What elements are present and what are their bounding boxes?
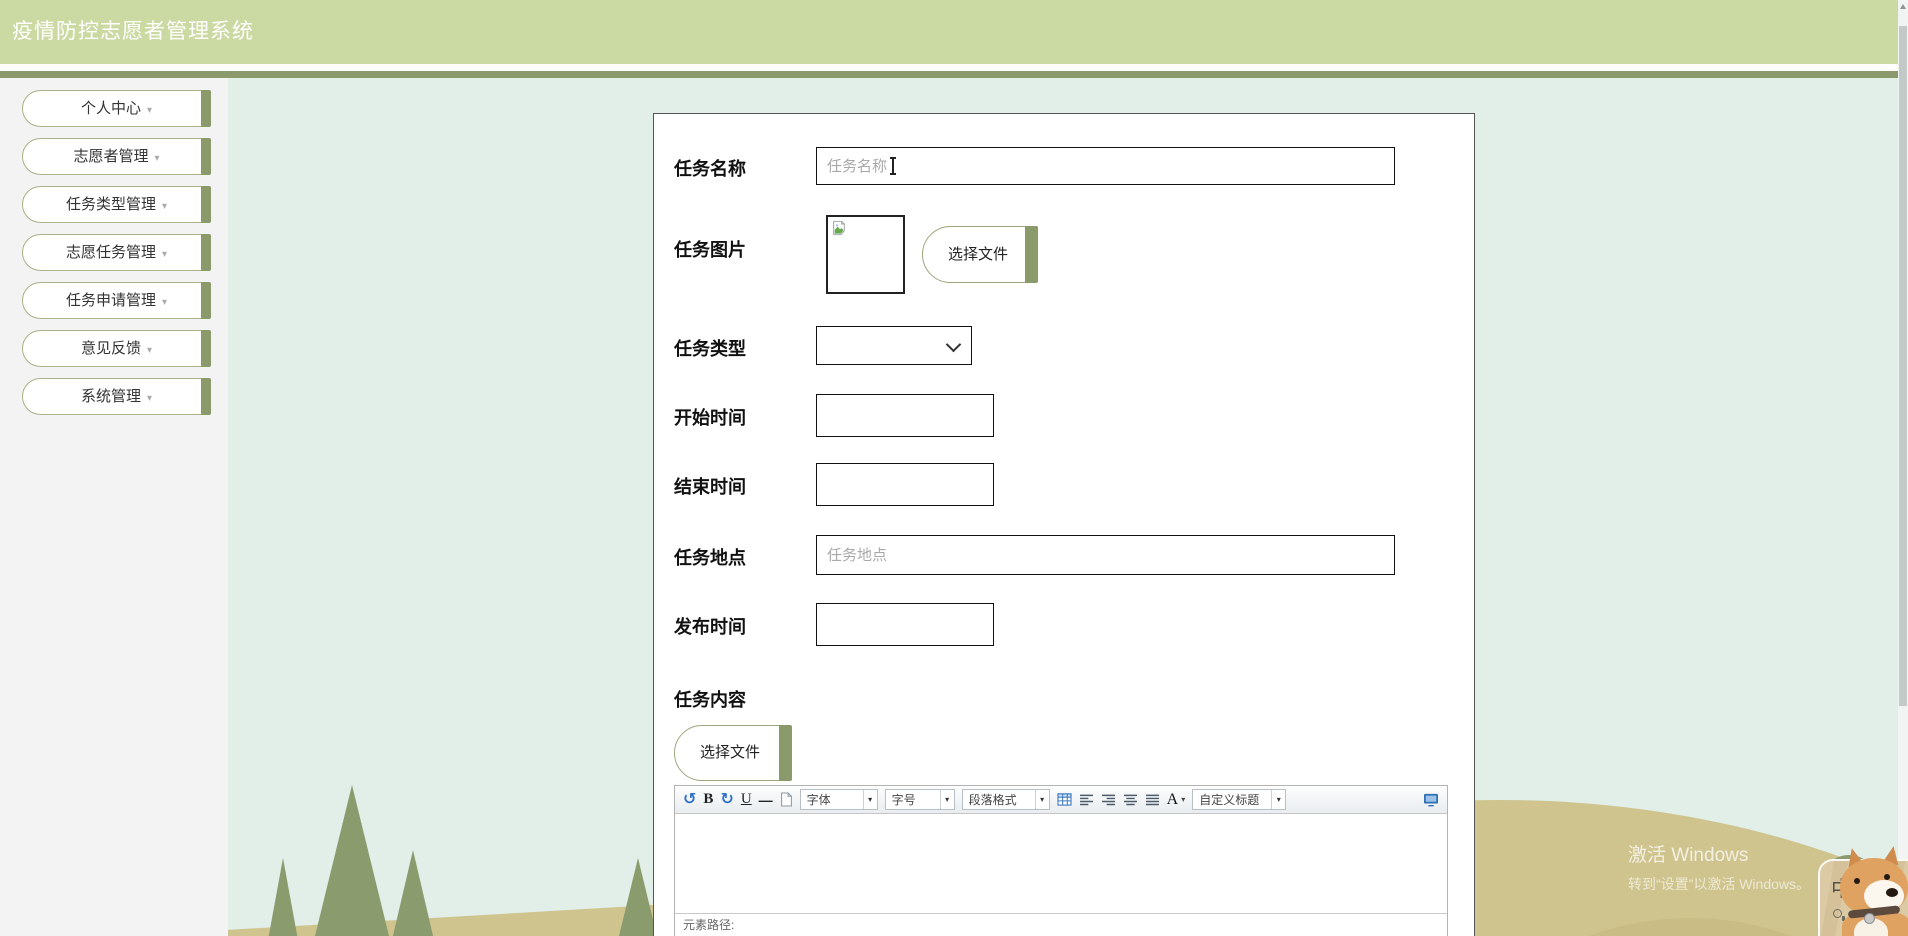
task-location-input[interactable] bbox=[816, 535, 1395, 575]
task-name-label: 任务名称 bbox=[674, 159, 746, 179]
sidebar-item-system-mgmt[interactable]: 系统管理 ▾ bbox=[22, 378, 211, 415]
sidebar-item-personal-center[interactable]: 个人中心 ▾ bbox=[22, 90, 211, 127]
scrollbar-thumb[interactable] bbox=[1899, 26, 1907, 706]
sidebar-item-label: 系统管理 bbox=[80, 388, 141, 405]
editor-element-path: 元素路径: bbox=[675, 913, 1447, 936]
align-center-icon[interactable] bbox=[1123, 794, 1138, 806]
dog-eye bbox=[1854, 878, 1860, 884]
align-left-icon[interactable] bbox=[1079, 794, 1094, 806]
horizontal-rule-icon[interactable]: — bbox=[759, 793, 773, 807]
sidebar-item-task-type-mgmt[interactable]: 任务类型管理 ▾ bbox=[22, 186, 211, 223]
sidebar-item-task-apply-mgmt[interactable]: 任务申请管理 ▾ bbox=[22, 282, 211, 319]
task-name-input[interactable] bbox=[816, 147, 1395, 185]
top-header-bar: 疫情防控志愿者管理系统 bbox=[0, 0, 1908, 64]
font-color-icon[interactable]: A ▾ bbox=[1166, 790, 1186, 808]
shiba-dog-mascot-image bbox=[1840, 844, 1908, 936]
task-location-label: 任务地点 bbox=[674, 548, 746, 568]
dog-collar-tag bbox=[1864, 913, 1875, 924]
underline-icon[interactable]: U bbox=[741, 792, 752, 807]
windows-activation-watermark: 激活 Windows 转到“设置”以激活 Windows。 bbox=[1628, 840, 1810, 894]
font-color-label: A bbox=[1166, 790, 1179, 808]
publish-time-label: 发布时间 bbox=[674, 617, 746, 637]
tree-shape bbox=[314, 785, 390, 936]
chevron-down-icon: ▾ bbox=[1034, 790, 1049, 809]
text-cursor-icon bbox=[890, 157, 896, 175]
start-time-input[interactable] bbox=[816, 394, 994, 437]
task-image-preview bbox=[826, 215, 905, 294]
fontsize-select[interactable]: 字号 ▾ bbox=[884, 789, 955, 810]
end-time-label: 结束时间 bbox=[674, 477, 746, 497]
choose-file-label: 选择文件 bbox=[700, 744, 761, 761]
vertical-scrollbar[interactable] bbox=[1898, 0, 1908, 936]
new-page-icon[interactable] bbox=[780, 792, 793, 807]
chevron-down-icon: ▾ bbox=[1181, 794, 1186, 804]
chevron-down-icon: ▾ bbox=[146, 105, 153, 116]
choose-file-button-content[interactable]: 选择文件 bbox=[674, 725, 792, 781]
insert-table-icon[interactable] bbox=[1057, 793, 1072, 806]
paragraph-format-select[interactable]: 段落格式 ▾ bbox=[961, 789, 1050, 810]
custom-title-select[interactable]: 自定义标题 ▾ bbox=[1192, 789, 1287, 810]
header-divider-white bbox=[0, 64, 1908, 71]
chevron-down-icon: ▾ bbox=[862, 790, 877, 809]
task-type-select[interactable] bbox=[816, 326, 972, 365]
dog-nose bbox=[1886, 888, 1898, 897]
justify-icon[interactable] bbox=[1145, 794, 1160, 806]
sidebar: 个人中心 ▾ 志愿者管理 ▾ 任务类型管理 ▾ 志愿任务管理 ▾ 任务申请管理 ▾ 意见反… bbox=[0, 78, 228, 936]
sidebar-item-label: 任务类型管理 bbox=[65, 196, 156, 213]
chevron-down-icon: ▾ bbox=[146, 345, 153, 356]
task-type-label: 任务类型 bbox=[674, 339, 746, 359]
bold-icon[interactable]: B bbox=[703, 792, 713, 807]
tree-shape bbox=[392, 850, 434, 936]
sidebar-item-volunteer-mgmt[interactable]: 志愿者管理 ▾ bbox=[22, 138, 211, 175]
watermark-line1: 激活 Windows bbox=[1628, 845, 1749, 866]
redo-icon[interactable]: ↻ bbox=[720, 791, 733, 808]
broken-image-icon bbox=[831, 220, 847, 241]
choose-file-button-image[interactable]: 选择文件 bbox=[922, 226, 1038, 283]
editor-content-area[interactable] bbox=[675, 814, 1447, 913]
end-time-input[interactable] bbox=[816, 463, 994, 506]
header-divider-olive bbox=[0, 71, 1908, 78]
sidebar-item-label: 个人中心 bbox=[80, 100, 141, 117]
task-image-label: 任务图片 bbox=[674, 240, 746, 260]
chevron-down-icon: ▾ bbox=[161, 297, 168, 308]
paragraph-select-label: 段落格式 bbox=[968, 793, 1017, 807]
rich-text-editor: ↺ B ↻ U — 字体 ▾ 字号 ▾ 段落格式 ▾ A ▾ 自定义标题 ▾ 元… bbox=[674, 785, 1448, 936]
app-window: 疫情防控志愿者管理系统 个人中心 ▾ 志愿者管理 ▾ 任务类型管理 ▾ 志愿任务管理 ▾… bbox=[0, 0, 1908, 936]
chevron-down-icon: ▾ bbox=[161, 201, 168, 212]
sidebar-item-label: 志愿任务管理 bbox=[65, 244, 156, 261]
chevron-down-icon: ▾ bbox=[161, 249, 168, 260]
tree-shape bbox=[618, 858, 658, 936]
dog-eye bbox=[1884, 874, 1890, 880]
font-select[interactable]: 字体 ▾ bbox=[799, 789, 878, 810]
chevron-down-icon: ▾ bbox=[146, 393, 153, 404]
tree-shape bbox=[268, 858, 298, 936]
scroll-up-icon[interactable] bbox=[1900, 4, 1906, 9]
sidebar-item-volunteer-task-mgmt[interactable]: 志愿任务管理 ▾ bbox=[22, 234, 211, 271]
chevron-down-icon: ▾ bbox=[154, 153, 160, 164]
sidebar-item-label: 志愿者管理 bbox=[73, 148, 149, 165]
task-form-panel: 任务名称 任务图片 选择文件 任务类型 开始时间 结束时间 任务地点 bbox=[653, 113, 1475, 936]
sidebar-item-label: 意见反馈 bbox=[80, 340, 141, 357]
editor-fullscreen-icon[interactable] bbox=[1423, 793, 1439, 807]
task-content-label: 任务内容 bbox=[674, 690, 746, 710]
choose-file-label: 选择文件 bbox=[948, 246, 1009, 263]
custom-title-select-label: 自定义标题 bbox=[1199, 793, 1260, 807]
publish-time-input[interactable] bbox=[816, 603, 994, 646]
sidebar-item-feedback[interactable]: 意见反馈 ▾ bbox=[22, 330, 211, 367]
undo-icon[interactable]: ↺ bbox=[683, 791, 696, 808]
watermark-line2: 转到“设置”以激活 Windows。 bbox=[1628, 876, 1811, 892]
chevron-down-icon: ▾ bbox=[939, 790, 954, 809]
editor-toolbar: ↺ B ↻ U — 字体 ▾ 字号 ▾ 段落格式 ▾ A ▾ 自定义标题 ▾ bbox=[675, 786, 1447, 814]
start-time-label: 开始时间 bbox=[674, 408, 746, 428]
app-title: 疫情防控志愿者管理系统 bbox=[12, 20, 254, 43]
chevron-down-icon: ▾ bbox=[1271, 790, 1285, 809]
sidebar-item-label: 任务申请管理 bbox=[65, 292, 156, 309]
font-select-label: 字体 bbox=[806, 793, 831, 807]
align-right-icon[interactable] bbox=[1101, 794, 1116, 806]
fontsize-select-label: 字号 bbox=[891, 793, 916, 807]
